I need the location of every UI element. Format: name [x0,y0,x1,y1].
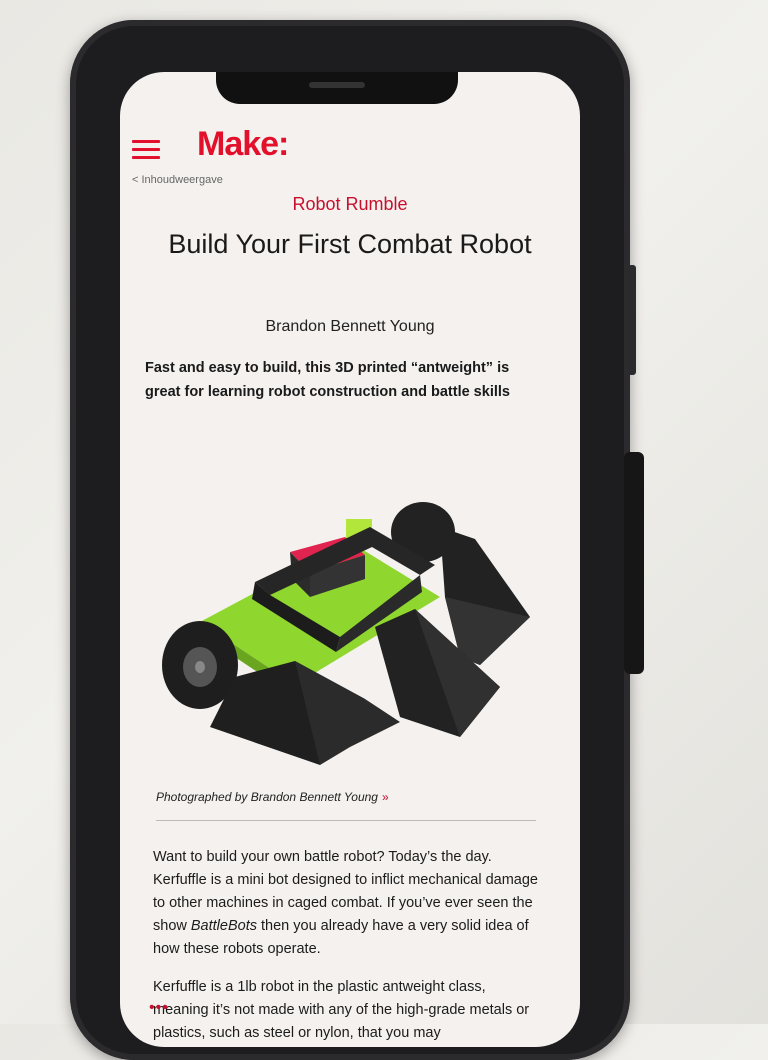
body-paragraph-1: Want to build your own battle robot? Tod… [153,849,539,957]
side-button [624,452,644,674]
article-dek: Fast and easy to build, this 3D printed … [145,360,510,400]
back-link[interactable]: < Inhoudweergave [132,174,223,186]
article-title: Build Your First Combat Robot [168,229,532,259]
photo-caption[interactable]: Photographed by Brandon Bennett Young » [156,790,389,804]
notch [216,72,458,104]
show-title: BattleBots [190,918,257,934]
robot-photo[interactable] [160,447,540,767]
caption-arrow-icon[interactable]: » [382,790,389,804]
article-kicker[interactable]: Robot Rumble [120,194,580,215]
phone-frame: Make: < Inhoudweergave Robot Rumble Buil… [70,20,644,1060]
make-logo[interactable]: Make: [197,125,289,164]
phone-screen: Make: < Inhoudweergave Robot Rumble Buil… [120,72,580,1047]
body-paragraph-2: Kerfuffle is a 1lb robot in the plastic … [153,979,530,1041]
power-button [628,265,636,375]
more-options-icon[interactable]: ••• [149,999,169,1017]
article-author[interactable]: Brandon Bennett Young [120,318,580,336]
app-header: Make: < Inhoudweergave [120,125,580,186]
menu-icon[interactable] [132,140,160,160]
divider [156,820,536,821]
caption-text: Photographed by Brandon Bennett Young [156,790,378,804]
